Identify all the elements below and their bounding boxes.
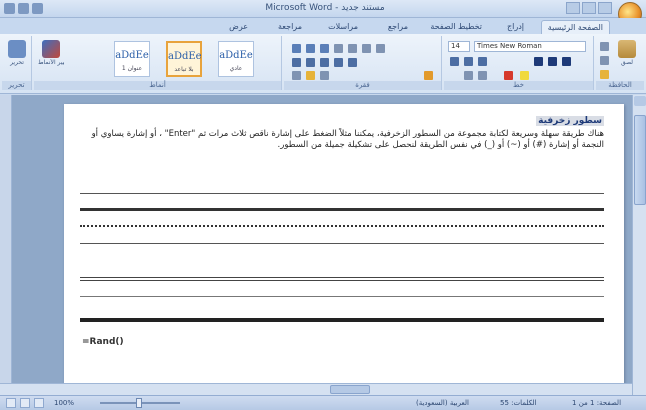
ribbon-tabs: الصفحة الرئيسية إدراج تخطيط الصفحة مراجع…: [0, 18, 646, 34]
bullets-icon[interactable]: [292, 44, 301, 53]
document-heading: سطور زخرفية: [536, 116, 604, 126]
editing-group: تحرير تحرير: [2, 36, 32, 90]
shrink-font-icon[interactable]: [464, 57, 473, 66]
font-color-icon[interactable]: [504, 71, 513, 80]
paragraph-group: فقرة: [284, 36, 442, 90]
format-painter-icon[interactable]: [600, 70, 609, 79]
paste-button[interactable]: لصق: [614, 40, 640, 66]
cut-icon[interactable]: [600, 42, 609, 51]
align-right-icon[interactable]: [320, 58, 329, 67]
clear-format-icon[interactable]: [478, 57, 487, 66]
numbering-icon[interactable]: [306, 44, 315, 53]
rand-formula: =Rand(): [82, 337, 124, 347]
ribbon: تحرير تحرير تغيير الأنماط aDdEe عنوان 1 …: [0, 34, 646, 94]
tab-insert[interactable]: إدراج: [501, 20, 530, 34]
redo-icon[interactable]: [32, 3, 43, 14]
language-status[interactable]: العربية (السعودية): [416, 399, 469, 407]
ltr-icon[interactable]: [424, 71, 433, 80]
tab-mailings[interactable]: مراسلات: [322, 20, 364, 34]
font-name-combo[interactable]: Times New Roman: [474, 41, 586, 52]
title-bar: Microsoft Word - مستند جديد: [0, 0, 646, 26]
decorative-line-thick: [80, 318, 604, 322]
paste-icon: [618, 40, 636, 58]
show-marks-icon[interactable]: [376, 44, 385, 53]
status-bar: 100% العربية (السعودية) الكلمات: 55 الصف…: [0, 395, 646, 410]
rtl-icon[interactable]: [348, 58, 357, 67]
document-page[interactable]: سطور زخرفية هناك طريقة سهلة وسريعة لكتاب…: [64, 104, 624, 384]
zoom-knob[interactable]: [136, 398, 142, 408]
quick-access-toolbar: [4, 3, 43, 14]
maximize-icon[interactable]: [582, 2, 596, 14]
style-heading1[interactable]: aDdEe عنوان 1: [114, 41, 150, 77]
horizontal-scroll-thumb[interactable]: [330, 385, 370, 394]
vertical-scrollbar[interactable]: [632, 95, 646, 395]
vertical-ruler: [0, 95, 12, 395]
window-title: Microsoft Word - مستند جديد: [265, 3, 385, 13]
close-icon[interactable]: [598, 2, 612, 14]
scroll-up-icon[interactable]: [633, 96, 646, 106]
decorative-line-dotted: [80, 225, 604, 227]
italic-icon[interactable]: [548, 57, 557, 66]
underline-icon[interactable]: [562, 57, 571, 66]
line-spacing-icon[interactable]: [292, 71, 301, 80]
tab-page-layout[interactable]: تخطيط الصفحة: [424, 20, 488, 34]
styles-group: تغيير الأنماط aDdEe عنوان 1 aDdEe بلا تب…: [34, 36, 282, 90]
multilevel-list-icon[interactable]: [320, 44, 329, 53]
change-styles-button[interactable]: تغيير الأنماط: [38, 40, 64, 66]
save-icon[interactable]: [4, 3, 15, 14]
full-screen-icon[interactable]: [20, 398, 30, 408]
highlight-icon[interactable]: [520, 71, 529, 80]
clipboard-group: لصق الحافظة: [596, 36, 644, 90]
window-controls: [566, 2, 612, 14]
find-button[interactable]: تحرير: [4, 40, 30, 66]
horizontal-scrollbar[interactable]: [0, 383, 632, 395]
borders-icon[interactable]: [320, 71, 329, 80]
increase-indent-icon[interactable]: [348, 44, 357, 53]
superscript-icon[interactable]: [478, 71, 487, 80]
change-styles-icon: [42, 40, 60, 58]
web-layout-icon[interactable]: [34, 398, 44, 408]
vertical-scroll-thumb[interactable]: [634, 115, 646, 205]
print-layout-icon[interactable]: [6, 398, 16, 408]
style-normal[interactable]: aDdEe عادي: [218, 41, 254, 77]
decorative-line-thick: [80, 208, 604, 211]
tab-home[interactable]: الصفحة الرئيسية: [540, 20, 610, 34]
tab-references[interactable]: مراجع: [382, 20, 414, 34]
tab-review[interactable]: مراجعة: [272, 20, 308, 34]
page-count[interactable]: الصفحة: 1 من 1: [572, 399, 621, 407]
font-group: 14 Times New Roman خط: [444, 36, 594, 90]
decorative-line-thin: [80, 193, 604, 194]
align-center-icon[interactable]: [306, 58, 315, 67]
subscript-icon[interactable]: [464, 71, 473, 80]
zoom-level[interactable]: 100%: [54, 399, 74, 407]
decorative-line-thin: [80, 296, 604, 297]
minimize-icon[interactable]: [566, 2, 580, 14]
copy-icon[interactable]: [600, 56, 609, 65]
word-count[interactable]: الكلمات: 55: [500, 399, 537, 407]
font-size-combo[interactable]: 14: [448, 41, 470, 52]
document-paragraph: هناك طريقة سهلة وسريعة لكتابة مجموعة من …: [91, 129, 604, 150]
shading-icon[interactable]: [306, 71, 315, 80]
tab-view[interactable]: عرض: [223, 20, 254, 34]
style-no-spacing[interactable]: aDdEe بلا تباعد: [166, 41, 202, 77]
bold-icon[interactable]: [534, 57, 543, 66]
undo-icon[interactable]: [18, 3, 29, 14]
decrease-indent-icon[interactable]: [334, 44, 343, 53]
decorative-line-double: [80, 277, 604, 281]
binoculars-icon: [8, 40, 26, 58]
decorative-line-thin: [80, 243, 604, 244]
justify-icon[interactable]: [334, 58, 343, 67]
sort-icon[interactable]: [362, 44, 371, 53]
align-left-icon[interactable]: [292, 58, 301, 67]
grow-font-icon[interactable]: [450, 57, 459, 66]
